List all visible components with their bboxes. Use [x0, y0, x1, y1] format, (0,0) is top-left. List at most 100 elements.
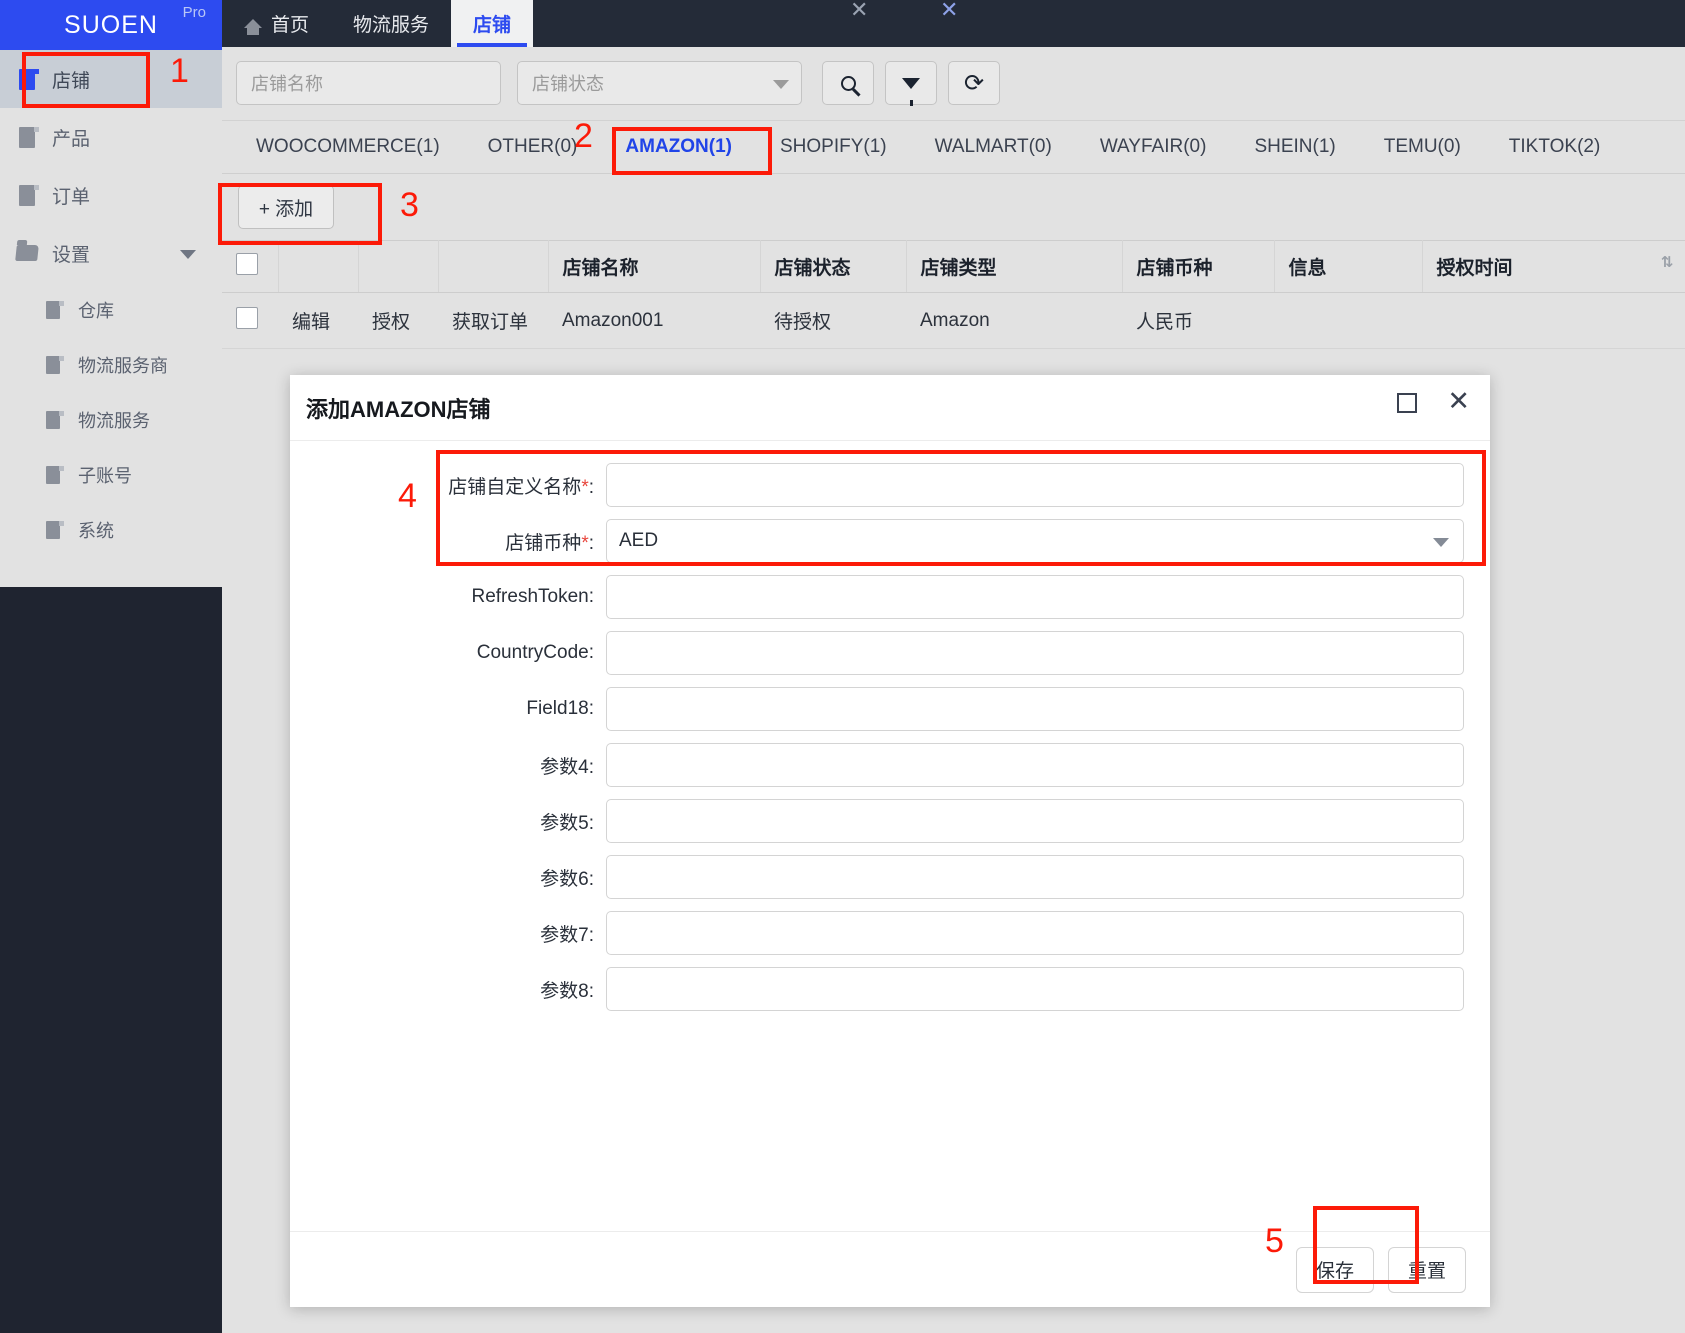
funnel-icon	[902, 77, 920, 106]
refresh-button[interactable]: ⟳	[948, 61, 1000, 105]
top-tab-strip: 首页 物流服务 店铺 ✕ ✕	[222, 0, 1685, 47]
row-action-fetch-orders[interactable]: 获取订单	[438, 292, 548, 349]
platform-tab-other[interactable]: OTHER(0)	[464, 136, 602, 158]
sidebar-subitem-label: 系统	[78, 520, 114, 541]
field-label-text: 参数6	[540, 868, 589, 890]
close-icon[interactable]: ✕	[940, 0, 958, 22]
search-button[interactable]	[822, 61, 874, 105]
param6-input[interactable]	[606, 855, 1464, 899]
field-label: 店铺自定义名称*:	[448, 476, 594, 498]
table-header-shop-status[interactable]: 店铺状态	[760, 240, 907, 293]
sidebar-item-settings[interactable]: 设置	[0, 224, 222, 282]
reset-button[interactable]: 重置	[1388, 1246, 1466, 1293]
sidebar-item-subaccount[interactable]: 子账号	[0, 447, 222, 502]
table-header-shop-name[interactable]: 店铺名称	[548, 240, 761, 293]
row-action-edit[interactable]: 编辑	[278, 292, 358, 349]
platform-tab-shein[interactable]: SHEIN(1)	[1230, 136, 1359, 158]
field-label: 参数8:	[540, 980, 594, 1002]
tab-logistics-service[interactable]: 物流服务	[331, 0, 451, 47]
dialog-header: 添加AMAZON店铺 ✕	[290, 375, 1490, 441]
platform-tab-tiktok[interactable]: TIKTOK(2)	[1485, 136, 1625, 158]
sidebar-item-logistics-provider[interactable]: 物流服务商	[0, 337, 222, 392]
shop-currency-select[interactable]: AED	[606, 519, 1464, 563]
sidebar-item-order[interactable]: 订单	[0, 166, 222, 224]
shop-custom-name-input[interactable]	[606, 463, 1464, 507]
dialog-title: 添加AMAZON店铺	[306, 396, 491, 422]
field-row-shop-custom-name: 店铺自定义名称*:	[316, 463, 1464, 507]
param8-input[interactable]	[606, 967, 1464, 1011]
chevron-down-icon	[1433, 538, 1449, 547]
row-select-cell	[222, 292, 278, 349]
table-header-auth-time[interactable]: 授权时间 ⇅	[1422, 240, 1685, 293]
sidebar-item-system[interactable]: 系统	[0, 502, 222, 557]
platform-tab-walmart[interactable]: WALMART(0)	[911, 136, 1076, 158]
sidebar-item-warehouse[interactable]: 仓库	[0, 282, 222, 337]
sidebar-subitem-label: 物流服务商	[78, 355, 168, 376]
cell-shop-name: Amazon001	[548, 292, 760, 349]
table-header-info[interactable]: 信息	[1274, 240, 1423, 293]
platform-tab-bar: WOOCOMMERCE(1) OTHER(0) AMAZON(1) SHOPIF…	[222, 120, 1685, 174]
platform-tab-wayfair[interactable]: WAYFAIR(0)	[1076, 136, 1231, 158]
cell-info	[1274, 292, 1422, 349]
brand-pro-badge: Pro	[182, 4, 206, 21]
brand-header: SUOEN Pro	[0, 0, 222, 50]
sidebar-item-product[interactable]: 产品	[0, 108, 222, 166]
table-header-currency[interactable]: 店铺币种	[1122, 240, 1275, 293]
dialog-footer: 保存 重置	[290, 1231, 1490, 1307]
sort-icon[interactable]: ⇅	[1661, 253, 1674, 271]
shop-table: 店铺名称 店铺状态 店铺类型 店铺币种 信息 授权时间 ⇅ 编辑 授权 获取订单…	[222, 240, 1685, 349]
refresh-token-input[interactable]	[606, 575, 1464, 619]
table-header-shop-type[interactable]: 店铺类型	[906, 240, 1123, 293]
document-icon	[40, 352, 66, 378]
field18-input[interactable]	[606, 687, 1464, 731]
field-row-country-code: CountryCode:	[316, 631, 1464, 675]
refresh-icon: ⟳	[963, 69, 985, 97]
add-shop-dialog: 添加AMAZON店铺 ✕ 店铺自定义名称*: 店铺币种*: AED Refres…	[290, 375, 1490, 1307]
tab-shop[interactable]: 店铺	[451, 0, 534, 47]
app-root: SUOEN Pro 店铺 产品 订单 设置 仓库 物流服务商 物流服务 子账号 …	[0, 0, 1685, 1333]
row-checkbox[interactable]	[236, 306, 258, 329]
field-label-text: 参数4	[540, 756, 589, 778]
field-label: 参数5:	[540, 812, 594, 834]
platform-tab-amazon[interactable]: AMAZON(1)	[601, 136, 756, 158]
field-label-text: Field18	[526, 698, 589, 719]
field-label-text: 店铺币种	[505, 532, 582, 554]
platform-tab-woocommerce[interactable]: WOOCOMMERCE(1)	[232, 136, 464, 158]
filter-bar: 店铺名称 店铺状态 ⟳	[222, 47, 1685, 120]
sidebar-item-label: 设置	[52, 244, 91, 266]
filter-button[interactable]	[885, 61, 937, 106]
table-header-auth-time-label: 授权时间	[1436, 258, 1513, 279]
sidebar-subitem-label: 物流服务	[78, 410, 150, 431]
tab-label: 物流服务	[353, 15, 430, 36]
sidebar-subitem-label: 子账号	[78, 465, 132, 486]
brand-name: SUOEN	[64, 10, 158, 39]
country-code-input[interactable]	[606, 631, 1464, 675]
cell-shop-status: 待授权	[760, 292, 906, 349]
shop-status-select[interactable]: 店铺状态	[517, 61, 802, 105]
field-label: 参数7:	[540, 924, 594, 946]
close-icon[interactable]: ✕	[1447, 388, 1470, 415]
field-row-param5: 参数5:	[316, 799, 1464, 843]
select-all-header	[222, 240, 279, 293]
close-icon[interactable]: ✕	[850, 0, 868, 22]
add-button[interactable]: + 添加	[238, 185, 334, 229]
search-input[interactable]: 店铺名称	[236, 61, 501, 105]
select-all-checkbox[interactable]	[236, 252, 258, 275]
platform-tab-shopify[interactable]: SHOPIFY(1)	[756, 136, 911, 158]
param4-input[interactable]	[606, 743, 1464, 787]
sidebar-item-shop[interactable]: 店铺	[0, 50, 222, 108]
save-button[interactable]: 保存	[1296, 1246, 1374, 1293]
document-icon	[40, 462, 66, 488]
param7-input[interactable]	[606, 911, 1464, 955]
maximize-icon[interactable]	[1397, 393, 1418, 413]
row-action-authorize[interactable]: 授权	[358, 292, 438, 349]
sidebar-item-logistics-service[interactable]: 物流服务	[0, 392, 222, 447]
tab-home[interactable]: 首页	[222, 0, 331, 47]
field-label-text: RefreshToken	[471, 586, 589, 607]
dialog-body: 店铺自定义名称*: 店铺币种*: AED RefreshToken: Count…	[290, 441, 1490, 1231]
chevron-down-icon[interactable]	[180, 250, 196, 259]
param5-input[interactable]	[606, 799, 1464, 843]
table-row[interactable]: 编辑 授权 获取订单 Amazon001 待授权 Amazon 人民币	[222, 292, 1685, 349]
platform-tab-temu[interactable]: TEMU(0)	[1360, 136, 1485, 158]
tab-label: 首页	[271, 15, 310, 36]
